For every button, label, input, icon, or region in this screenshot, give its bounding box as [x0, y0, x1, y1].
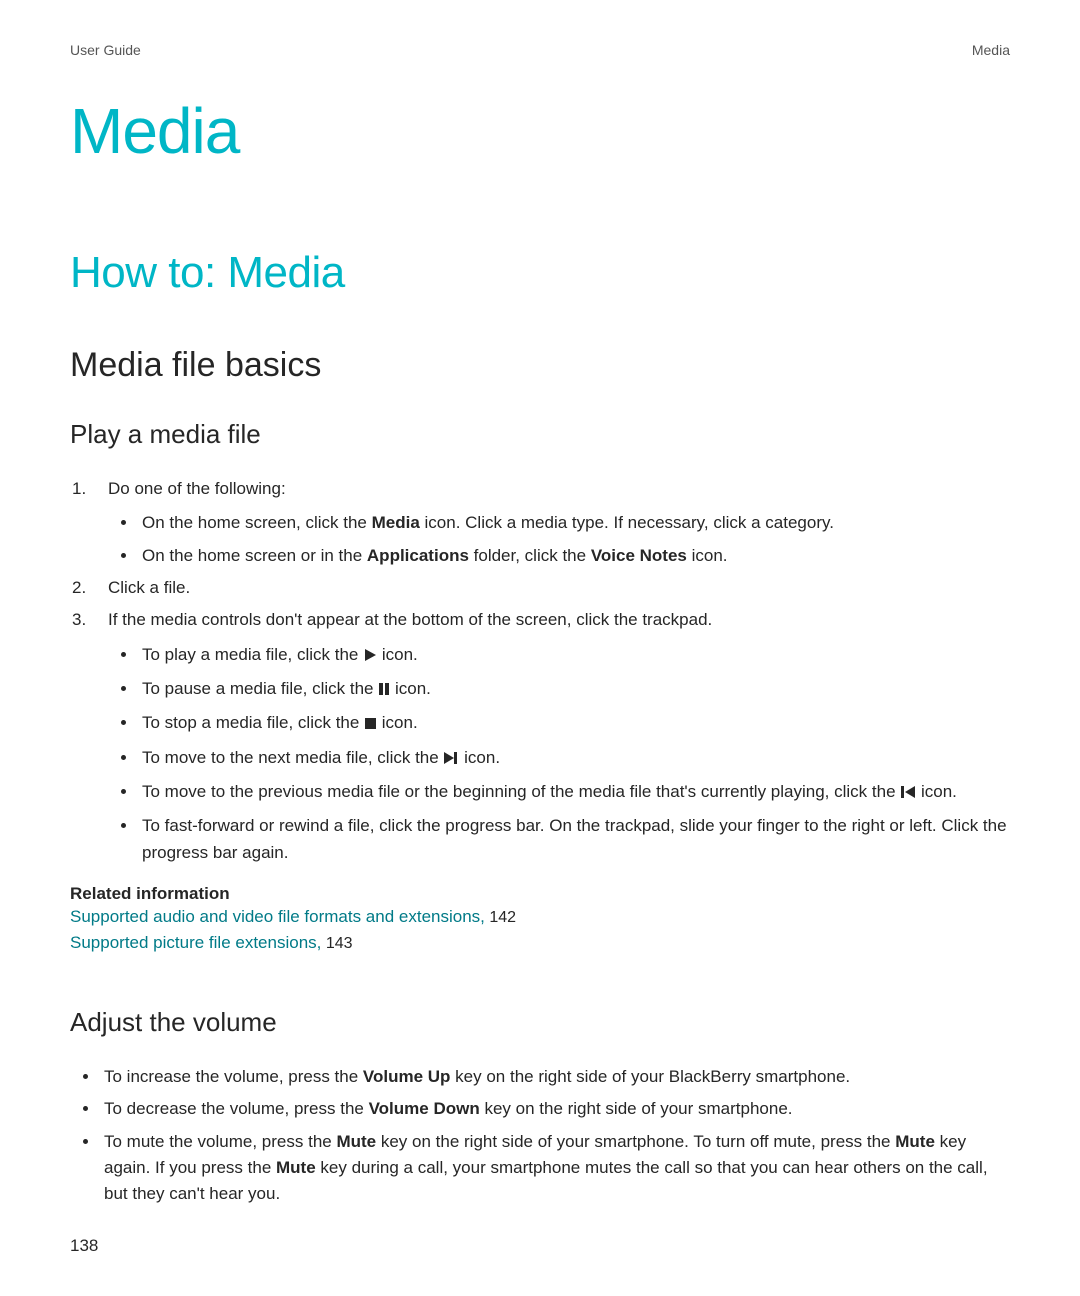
- volume-list: To increase the volume, press the Volume…: [70, 1064, 1010, 1208]
- control-fastforward: To fast-forward or rewind a file, click …: [138, 813, 1010, 866]
- bold-mute-1: Mute: [336, 1132, 376, 1151]
- step-1-options: On the home screen, click the Media icon…: [108, 510, 1010, 569]
- bold-mute-2: Mute: [895, 1132, 935, 1151]
- previous-icon: [900, 781, 916, 807]
- step-1-text: Do one of the following:: [108, 479, 286, 498]
- text: icon. Click a media type. If necessary, …: [420, 513, 834, 532]
- play-heading: Play a media file: [70, 419, 1010, 450]
- bold-applications: Applications: [367, 546, 469, 565]
- text: key on the right side of your BlackBerry…: [450, 1067, 850, 1086]
- related-link-1[interactable]: Supported audio and video file formats a…: [70, 904, 1010, 930]
- related-link-1-page: 142: [485, 909, 516, 926]
- header-left: User Guide: [70, 42, 141, 58]
- related-link-2-text: Supported picture file extensions,: [70, 933, 321, 952]
- bold-mute-3: Mute: [276, 1158, 316, 1177]
- text: icon.: [382, 645, 418, 664]
- play-icon: [363, 644, 377, 670]
- text: To pause a media file, click the: [142, 679, 378, 698]
- text: icon.: [395, 679, 431, 698]
- volume-mute: To mute the volume, press the Mute key o…: [100, 1129, 1010, 1208]
- document-page: User Guide Media Media How to: Media Med…: [0, 0, 1080, 1296]
- text: To move to the previous media file or th…: [142, 782, 900, 801]
- text: icon.: [464, 748, 500, 767]
- text: icon.: [921, 782, 957, 801]
- control-play: To play a media file, click the icon.: [138, 642, 1010, 670]
- text: key on the right side of your smartphone…: [480, 1099, 793, 1118]
- step-1-option-a: On the home screen, click the Media icon…: [138, 510, 1010, 536]
- next-icon: [443, 747, 459, 773]
- step-3-text: If the media controls don't appear at th…: [108, 610, 712, 629]
- bold-volume-down: Volume Down: [369, 1099, 480, 1118]
- stop-icon: [364, 712, 377, 738]
- control-previous: To move to the previous media file or th…: [138, 779, 1010, 807]
- text: To increase the volume, press the: [104, 1067, 363, 1086]
- header-right: Media: [972, 42, 1010, 58]
- text: On the home screen or in the: [142, 546, 367, 565]
- related-link-2[interactable]: Supported picture file extensions, 143: [70, 930, 1010, 956]
- related-link-2-page: 143: [321, 935, 352, 952]
- bold-voice-notes: Voice Notes: [591, 546, 687, 565]
- media-controls-list: To play a media file, click the icon. To…: [108, 642, 1010, 866]
- pause-icon: [378, 678, 390, 704]
- volume-heading: Adjust the volume: [70, 1007, 1010, 1038]
- volume-increase: To increase the volume, press the Volume…: [100, 1064, 1010, 1090]
- bold-volume-up: Volume Up: [363, 1067, 451, 1086]
- related-information-heading: Related information: [70, 884, 1010, 904]
- page-title: Media: [70, 94, 1010, 168]
- page-number: 138: [70, 1236, 98, 1256]
- control-next: To move to the next media file, click th…: [138, 745, 1010, 773]
- text: On the home screen, click the: [142, 513, 372, 532]
- step-2: Click a file.: [108, 575, 1010, 601]
- text: folder, click the: [469, 546, 591, 565]
- bold-media: Media: [372, 513, 420, 532]
- howto-heading: How to: Media: [70, 248, 1010, 298]
- text: To mute the volume, press the: [104, 1132, 336, 1151]
- text: key on the right side of your smartphone…: [376, 1132, 895, 1151]
- text: icon.: [687, 546, 728, 565]
- volume-decrease: To decrease the volume, press the Volume…: [100, 1096, 1010, 1122]
- page-header: User Guide Media: [70, 42, 1010, 58]
- step-3: If the media controls don't appear at th…: [108, 607, 1010, 866]
- basics-heading: Media file basics: [70, 346, 1010, 385]
- related-link-1-text: Supported audio and video file formats a…: [70, 907, 485, 926]
- text: To decrease the volume, press the: [104, 1099, 369, 1118]
- text: To stop a media file, click the: [142, 713, 364, 732]
- control-pause: To pause a media file, click the icon.: [138, 676, 1010, 704]
- step-1-option-b: On the home screen or in the Application…: [138, 543, 1010, 569]
- control-stop: To stop a media file, click the icon.: [138, 710, 1010, 738]
- step-1: Do one of the following: On the home scr…: [108, 476, 1010, 569]
- text: icon.: [382, 713, 418, 732]
- play-steps: Do one of the following: On the home scr…: [70, 476, 1010, 866]
- text: To play a media file, click the: [142, 645, 363, 664]
- text: To move to the next media file, click th…: [142, 748, 443, 767]
